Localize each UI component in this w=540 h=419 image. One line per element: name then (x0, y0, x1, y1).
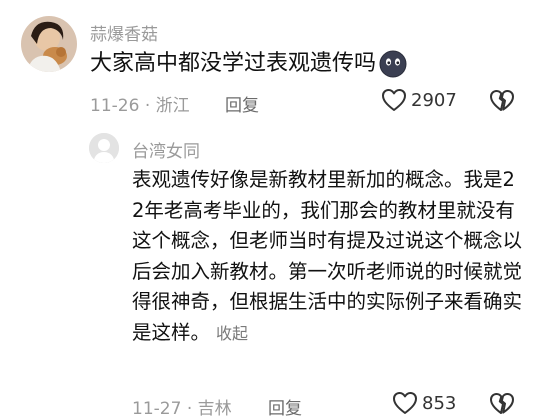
meta-separator: · (144, 96, 151, 116)
comment-like-button[interactable]: 2907 (381, 88, 457, 112)
dark-face-emoji-icon (378, 49, 408, 79)
avatar[interactable] (21, 16, 77, 72)
reply-like-count: 853 (422, 392, 457, 414)
comment-date: 11-26 (90, 96, 140, 116)
reply-reply-button[interactable]: 回复 (268, 394, 302, 419)
reply-author[interactable]: 台湾女同 (132, 137, 200, 162)
reply-like-button[interactable]: 853 (392, 391, 456, 415)
reply-date-location: 11-27 · 吉林 (132, 394, 232, 419)
comment-reply-button[interactable]: 回复 (225, 91, 259, 116)
reply-location: 吉林 (197, 399, 232, 419)
reply-date: 11-27 (132, 399, 182, 419)
broken-heart-icon (489, 89, 515, 113)
reply-dislike-button[interactable] (489, 392, 515, 416)
comment-author[interactable]: 蒜爆香菇 (90, 20, 158, 45)
reply-text: 表观遗传好像是新教材里新加的概念。我是22年老高考毕业的，我们那会的教材里就没有… (132, 165, 524, 349)
meta-separator: · (186, 399, 193, 419)
collapse-button[interactable]: 收起 (216, 324, 248, 343)
comment-dislike-button[interactable] (489, 89, 515, 113)
comment-text: 大家高中都没学过表观遗传吗 (90, 49, 408, 79)
comment-text-body: 大家高中都没学过表观遗传吗 (90, 51, 377, 76)
comment-location: 浙江 (155, 96, 190, 116)
broken-heart-icon (489, 392, 515, 416)
comment-date-location: 11-26 · 浙江 (90, 91, 190, 116)
heart-icon (392, 391, 418, 415)
comment-like-count: 2907 (411, 89, 457, 111)
reply-text-body: 表观遗传好像是新教材里新加的概念。我是22年老高考毕业的，我们那会的教材里就没有… (132, 168, 523, 344)
heart-icon (381, 88, 407, 112)
reply-avatar[interactable] (89, 133, 119, 163)
